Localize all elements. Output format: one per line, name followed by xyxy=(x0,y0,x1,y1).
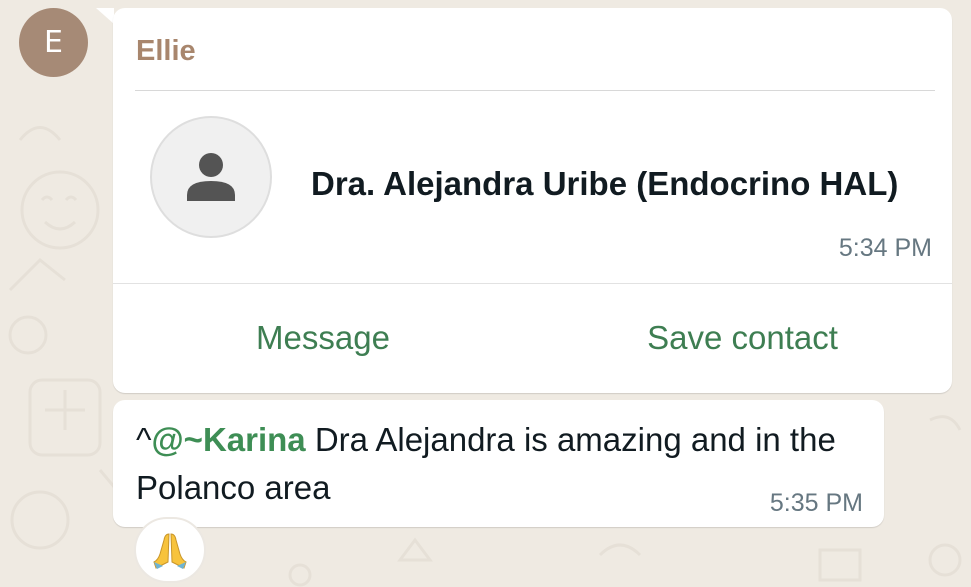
contact-name[interactable]: Dra. Alejandra Uribe (Endocrino HAL) xyxy=(311,165,898,203)
message-timestamp: 5:34 PM xyxy=(838,234,932,262)
person-icon xyxy=(187,153,235,201)
sender-initial: E xyxy=(44,25,63,60)
mention-link[interactable]: @~Karina xyxy=(152,421,306,458)
message-timestamp: 5:35 PM xyxy=(769,489,863,517)
contact-card-message[interactable]: Ellie Dra. Alejandra Uribe (Endocrino HA… xyxy=(113,8,952,393)
reaction-badge[interactable]: 🙏 xyxy=(134,517,206,583)
contact-photo[interactable] xyxy=(150,116,272,238)
message-prefix: ^ xyxy=(136,421,152,458)
message-button[interactable]: Message xyxy=(113,284,533,392)
text-message-bubble[interactable]: ^@~Karina Dra Alejandra is amazing and i… xyxy=(113,400,884,527)
save-contact-button[interactable]: Save contact xyxy=(533,284,952,392)
bubble-tail xyxy=(96,8,114,24)
divider xyxy=(135,90,935,91)
message-text: ^@~Karina Dra Alejandra is amazing and i… xyxy=(136,416,844,512)
sender-avatar[interactable]: E xyxy=(19,8,88,77)
sender-name[interactable]: Ellie xyxy=(136,35,196,68)
folded-hands-icon xyxy=(153,533,187,569)
